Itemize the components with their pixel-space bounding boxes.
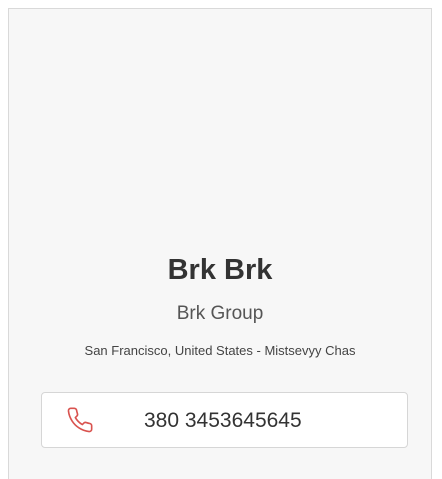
profile-company: Brk Group xyxy=(176,303,264,324)
phone-button[interactable]: 380 3453645645 xyxy=(41,392,408,448)
profile-location: San Francisco, United States - Mistsevyy… xyxy=(84,343,356,358)
profile-name: Brk Brk xyxy=(167,254,273,286)
phone-icon xyxy=(66,406,94,434)
profile-card: Brk Brk Brk Group San Francisco, United … xyxy=(8,8,432,479)
phone-number: 380 3453645645 xyxy=(144,409,302,432)
